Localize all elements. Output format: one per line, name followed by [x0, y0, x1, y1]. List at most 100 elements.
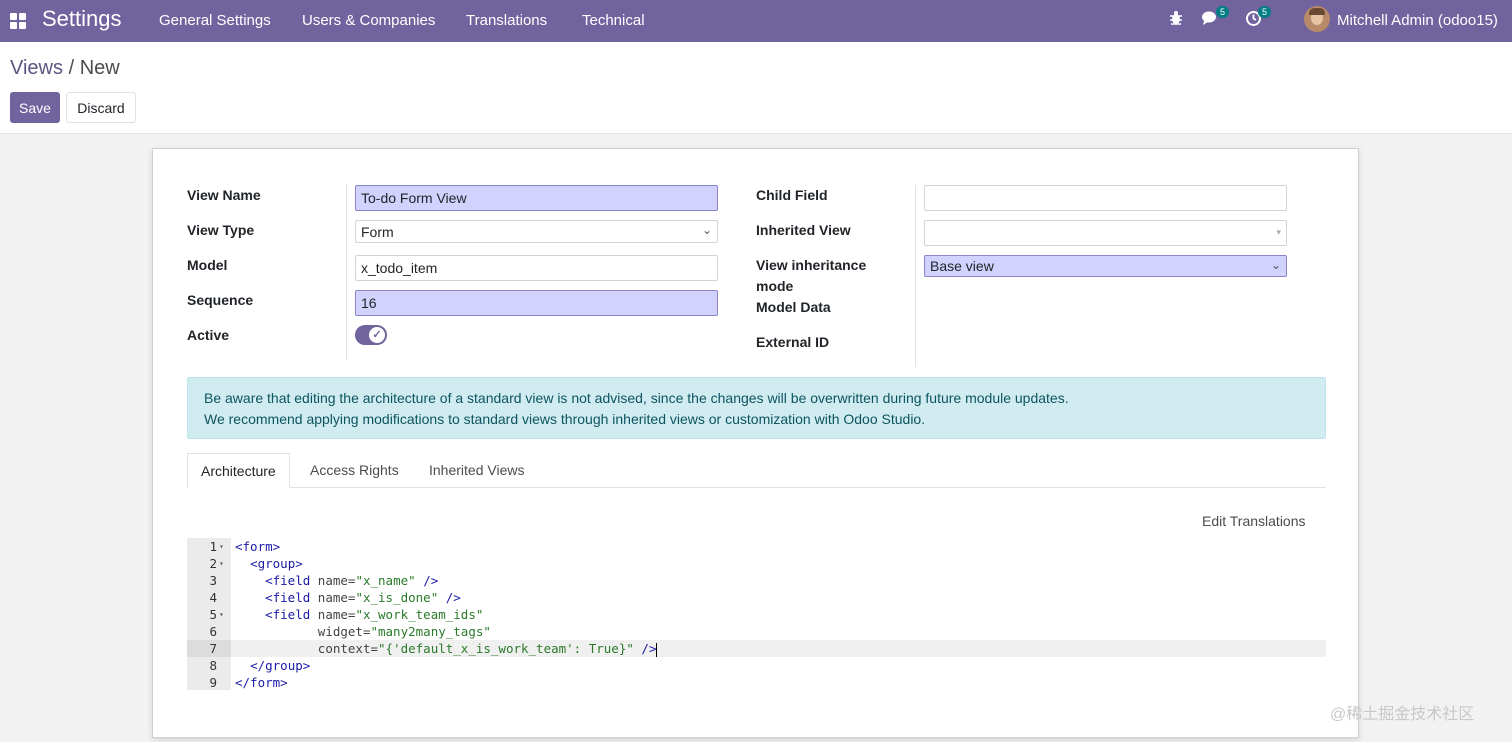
inherited-view-input[interactable]: ▾ — [924, 220, 1287, 246]
line-number: 2 — [209, 556, 217, 571]
control-panel: Views / New Save Discard — [0, 42, 1512, 134]
active-toggle[interactable]: ✓ — [355, 325, 387, 345]
breadcrumb-views-link[interactable]: Views — [10, 57, 63, 79]
model-label: Model — [187, 257, 228, 273]
chevron-down-icon: ⌄ — [1270, 258, 1281, 272]
menu-translations[interactable]: Translations — [466, 12, 547, 29]
sequence-input[interactable]: 16 — [355, 290, 718, 316]
code-line: 6 widget="many2many_tags" — [187, 623, 1326, 640]
discard-button[interactable]: Discard — [66, 92, 136, 123]
check-icon: ✓ — [369, 327, 385, 343]
code-line: 3 <field name="x_name" /> — [187, 572, 1326, 589]
code-token: context= — [317, 641, 379, 656]
breadcrumb-current: New — [79, 57, 120, 79]
notebook-tabs: Architecture Access Rights Inherited Vie… — [187, 453, 1326, 488]
view-name-input[interactable]: To-do Form View — [355, 185, 718, 211]
warning-alert: Be aware that editing the architecture o… — [187, 377, 1326, 439]
xml-code-editor[interactable]: 1 ▾ <form> 2 ▾ <group> 3 <field name="x_na… — [187, 538, 1326, 690]
external-id-label: External ID — [756, 334, 830, 350]
messages-icon[interactable]: 5 — [1202, 6, 1229, 31]
line-number: 6 — [209, 624, 217, 639]
code-line: 1 ▾ <form> — [187, 538, 1326, 555]
inherited-view-label: Inherited View — [756, 222, 851, 238]
breadcrumb-separator: / — [68, 57, 80, 79]
code-token: <group> — [250, 556, 303, 571]
menu-technical[interactable]: Technical — [582, 12, 645, 29]
top-navbar: Settings General Settings Users & Compan… — [0, 0, 1512, 42]
model-input[interactable]: x_todo_item — [355, 255, 718, 281]
app-title[interactable]: Settings — [42, 6, 122, 32]
code-line: 4 <field name="x_is_done" /> — [187, 589, 1326, 606]
text-cursor — [656, 642, 658, 657]
fold-arrow-icon[interactable]: ▾ — [219, 606, 224, 623]
save-button[interactable]: Save — [10, 92, 60, 123]
tab-inherited-views[interactable]: Inherited Views — [416, 453, 537, 488]
form-sheet: View Name View Type Model Sequence Activ… — [152, 148, 1359, 738]
code-token: widget= — [317, 624, 371, 639]
menu-users-companies[interactable]: Users & Companies — [302, 12, 435, 29]
line-number: 7 — [187, 640, 231, 657]
group-divider — [346, 185, 347, 359]
child-field-input[interactable] — [924, 185, 1287, 211]
edit-translations-link[interactable]: Edit Translations — [1202, 513, 1306, 529]
inheritance-mode-label-1: View inheritance — [756, 257, 867, 273]
code-token: <field — [265, 607, 311, 622]
group-divider-right — [915, 185, 916, 367]
code-token: <form> — [235, 539, 281, 554]
alert-line-1: Be aware that editing the architecture o… — [204, 390, 1069, 406]
code-line: 2 ▾ <group> — [187, 555, 1326, 572]
fold-arrow-icon[interactable]: ▾ — [219, 555, 224, 572]
code-token: "many2many_tags" — [370, 624, 491, 639]
inheritance-mode-value: Base view — [930, 258, 994, 274]
dropdown-caret-icon: ▾ — [1276, 227, 1281, 237]
code-line: 5 ▾ <field name="x_work_team_ids" — [187, 606, 1326, 623]
code-token: "x_is_done" — [355, 590, 439, 605]
sequence-label: Sequence — [187, 292, 254, 308]
apps-menu-icon[interactable] — [10, 13, 26, 29]
active-label: Active — [187, 327, 230, 343]
child-field-label: Child Field — [756, 187, 828, 203]
tab-architecture[interactable]: Architecture — [187, 453, 290, 488]
code-token: name= — [317, 607, 356, 622]
user-avatar[interactable] — [1304, 6, 1330, 32]
code-token: /> — [641, 641, 657, 656]
line-number: 4 — [209, 590, 217, 605]
code-token: <field — [265, 590, 311, 605]
code-line: 8 </group> — [187, 657, 1326, 674]
code-token: name= — [317, 573, 356, 588]
view-name-label: View Name — [187, 187, 261, 203]
code-token: "{'default_x_is_work_team': True}" — [378, 641, 634, 656]
fold-arrow-icon[interactable]: ▾ — [219, 538, 224, 555]
code-token: </group> — [250, 658, 311, 673]
chevron-down-icon: ⌄ — [701, 223, 712, 237]
messages-count-badge: 5 — [1215, 6, 1229, 18]
inheritance-mode-select[interactable]: Base view ⌄ — [924, 255, 1287, 277]
line-number: 3 — [209, 573, 217, 588]
alert-line-2: We recommend applying modifications to s… — [204, 411, 926, 427]
code-token: </form> — [235, 675, 288, 690]
line-number: 8 — [209, 658, 217, 673]
breadcrumb: Views / New — [10, 57, 120, 80]
activities-clock-icon[interactable]: 5 — [1245, 6, 1271, 32]
watermark-text: @稀土掘金技术社区 — [1330, 706, 1475, 723]
menu-general-settings[interactable]: General Settings — [159, 12, 271, 29]
activities-count-badge: 5 — [1257, 6, 1271, 18]
code-token: <field — [265, 573, 311, 588]
line-number: 9 — [209, 675, 217, 690]
line-number: 5 — [209, 607, 217, 622]
view-type-label: View Type — [187, 222, 255, 238]
view-type-value: Form — [361, 224, 394, 240]
code-line: 9 </form> — [187, 674, 1326, 691]
code-line-current: 7 context="{'default_x_is_work_team': Tr… — [187, 640, 1326, 657]
code-token: "x_work_team_ids" — [355, 607, 484, 622]
code-token: "x_name" — [355, 573, 416, 588]
code-token: /> — [445, 590, 461, 605]
model-data-label: Model Data — [756, 299, 831, 315]
inheritance-mode-label-2: mode — [756, 278, 794, 294]
debug-bug-icon[interactable] — [1168, 10, 1184, 31]
user-menu[interactable]: Mitchell Admin (odoo15) — [1337, 12, 1498, 29]
line-number: 1 — [209, 539, 217, 554]
code-token: name= — [317, 590, 356, 605]
view-type-select[interactable]: Form ⌄ — [355, 220, 718, 243]
tab-access-rights[interactable]: Access Rights — [297, 453, 412, 488]
